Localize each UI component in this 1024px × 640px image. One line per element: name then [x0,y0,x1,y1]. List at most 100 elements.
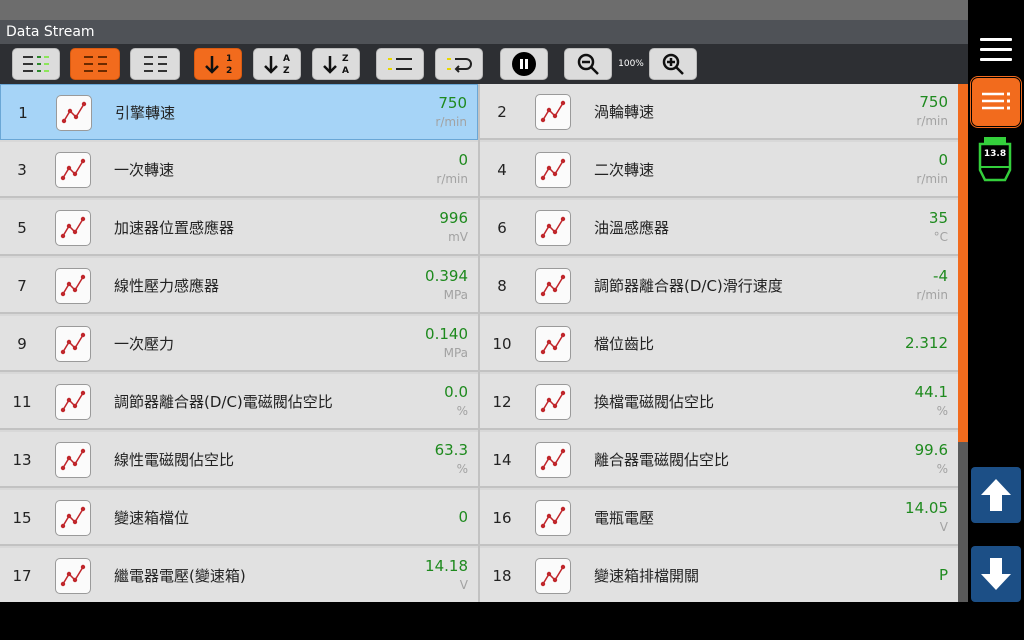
arrow-up-icon [981,479,1011,511]
svg-text:Z: Z [342,54,349,64]
sort-az-button[interactable]: A Z [253,48,301,80]
graph-toggle-button[interactable] [535,558,571,594]
row-number: 7 [17,277,27,295]
parameter-value: 0.394 [425,267,468,285]
row-number: 11 [12,393,32,411]
two-column-list-icon [84,56,107,72]
parameter-value: 0 [458,508,468,526]
parameter-unit: r/min [916,288,948,302]
data-row[interactable]: 15 變速箱檔位 0 [0,490,478,546]
scroll-down-button[interactable] [971,546,1021,602]
parameter-unit: V [459,578,468,592]
parameter-unit: r/min [435,115,467,129]
parameter-name: 引擎轉速 [115,103,176,122]
graph-toggle-button[interactable] [535,442,571,478]
data-row[interactable]: 12 換檔電磁閥佔空比 44.1% [480,374,958,430]
graph-icon [540,390,566,413]
svg-text:Z: Z [283,66,290,76]
select-items-button[interactable] [376,48,424,80]
parameter-value: 0.0 [444,383,468,401]
graph-toggle-button[interactable] [55,442,91,478]
sort-za-button[interactable]: Z A [312,48,360,80]
graph-icon [60,448,86,471]
zoom-out-button[interactable] [564,48,612,80]
data-row[interactable]: 10 檔位齒比 2.312 [480,316,958,372]
hamburger-menu-icon[interactable] [980,38,1012,62]
data-row[interactable]: 16 電瓶電壓 14.05 V [480,490,958,546]
view-list-3col-button[interactable] [12,48,60,80]
data-row[interactable]: 9 一次壓力 0.140 MPa [0,316,478,372]
graph-toggle-button[interactable] [535,384,571,420]
data-row[interactable]: 14 離合器電磁閥佔空比 99.6% [480,432,958,488]
data-row[interactable]: 6 油溫感應器 35 °C [480,200,958,256]
parameter-unit: r/min [916,172,948,186]
parameter-name: 調節器離合器(D/C)滑行速度 [594,276,783,295]
bottom-bar [0,602,1024,640]
parameter-value: 35 [928,209,948,227]
battery-icon [978,137,1012,182]
arrow-down-icon [981,558,1011,590]
graph-icon [540,448,566,471]
graph-icon [540,506,566,529]
data-row[interactable]: 2 渦輪轉速 750 r/min [480,84,958,140]
parameter-unit: MPa [443,346,468,360]
parameter-name: 換檔電磁閥佔空比 [594,392,715,411]
graph-toggle-button[interactable] [55,210,91,246]
parameter-value: 0 [938,151,948,169]
parameter-unit: V [939,520,948,534]
view-list-2col-button[interactable] [70,48,120,80]
data-row[interactable]: 5 加速器位置感應器 996 mV [0,200,478,256]
scroll-up-button[interactable] [971,467,1021,523]
graph-toggle-button[interactable] [535,210,571,246]
parameter-value: -4 [933,267,948,285]
three-column-list-icon [23,56,49,72]
undo-selection-button[interactable] [435,48,483,80]
row-number: 18 [492,567,512,585]
parameter-unit: °C [933,230,948,244]
graph-icon [60,158,86,181]
graph-toggle-button[interactable] [55,384,91,420]
data-row[interactable]: 18 變速箱排檔開關 P [480,548,958,602]
zoom-in-button[interactable] [649,48,697,80]
graph-toggle-button[interactable] [535,500,571,536]
graph-toggle-button[interactable] [535,326,571,362]
pause-icon [512,52,536,76]
scrollbar-thumb[interactable] [958,84,968,442]
view-list-compact-button[interactable] [130,48,180,80]
data-row[interactable]: 4 二次轉速 0 r/min [480,142,958,198]
graph-toggle-button[interactable] [535,268,571,304]
data-row[interactable]: 3 一次轉速 0 r/min [0,142,478,198]
parameter-name: 調節器離合器(D/C)電磁閥佔空比 [114,392,333,411]
data-row[interactable]: 17 繼電器電壓(變速箱) 14.18 V [0,548,478,602]
window-title: Data Stream [0,20,968,44]
sort-za-icon: Z A [323,54,349,76]
parameter-value: 0 [458,151,468,169]
graph-toggle-button[interactable] [55,326,91,362]
data-row[interactable]: 7 線性壓力感應器 0.394 MPa [0,258,478,314]
zoom-level: 100% [618,59,644,69]
graph-toggle-button[interactable] [535,94,571,130]
graph-icon [60,564,86,587]
sort-numeric-button[interactable]: 1 2 [194,48,242,80]
list-view-button[interactable] [970,76,1022,128]
graph-toggle-button[interactable] [535,152,571,188]
parameter-name: 變速箱檔位 [114,508,190,527]
data-row[interactable]: 11 調節器離合器(D/C)電磁閥佔空比 0.0% [0,374,478,430]
graph-toggle-button[interactable] [55,152,91,188]
right-sidebar: 13.8 [968,20,1024,602]
data-row[interactable]: 13 線性電磁閥佔空比 63.3% [0,432,478,488]
data-row[interactable]: 8 調節器離合器(D/C)滑行速度 -4 r/min [480,258,958,314]
graph-toggle-button[interactable] [55,268,91,304]
pause-button[interactable] [500,48,548,80]
graph-toggle-button[interactable] [55,500,91,536]
graph-icon [60,332,86,355]
list-view-icon [982,92,1010,110]
data-row[interactable]: 1 引擎轉速 750 r/min [0,84,478,140]
scrollbar[interactable] [958,84,968,602]
graph-icon [540,564,566,587]
graph-toggle-button[interactable] [55,558,91,594]
graph-toggle-button[interactable] [56,95,92,131]
row-number: 15 [12,509,32,527]
parameter-name: 加速器位置感應器 [114,218,235,237]
svg-text:1: 1 [226,54,232,64]
